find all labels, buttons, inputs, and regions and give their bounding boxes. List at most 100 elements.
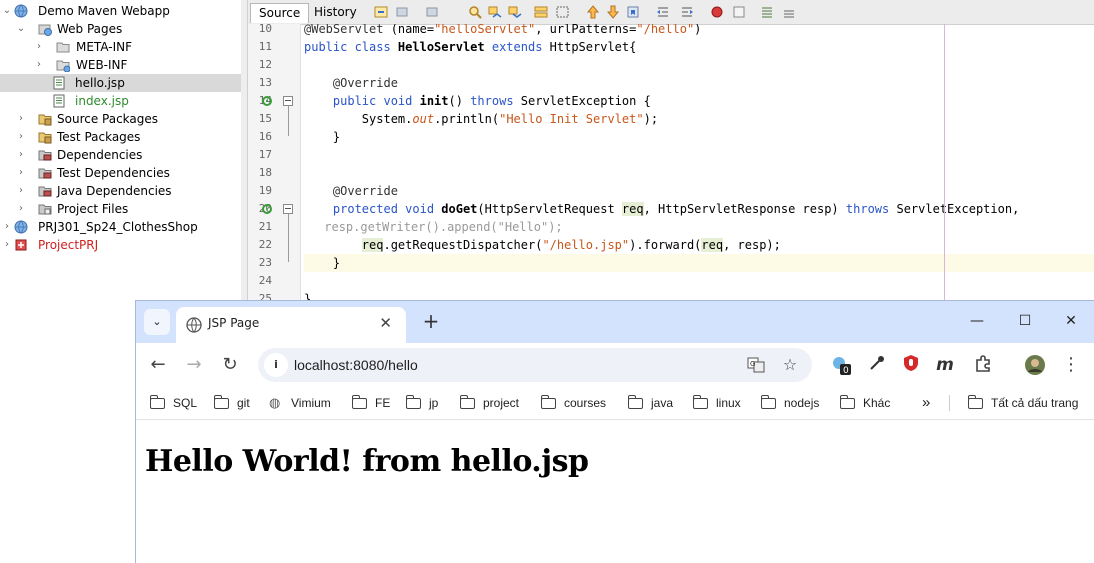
find-next-icon[interactable] xyxy=(508,5,522,19)
library-folder-icon xyxy=(38,168,52,179)
address-bar[interactable]: i localhost:8080/hello G ☆ xyxy=(258,348,812,382)
tab-search-button[interactable]: ⌄ xyxy=(144,309,170,335)
expand-arrow-icon[interactable]: › xyxy=(34,38,44,56)
all-bookmarks[interactable]: Tất cả dấu trang xyxy=(968,387,1078,419)
line-number: 10 xyxy=(258,22,272,35)
tree-node-meta-inf[interactable]: › META-INF xyxy=(0,38,241,56)
forward-icon[interactable] xyxy=(426,5,440,19)
library-folder-icon xyxy=(38,186,52,197)
bookmark-sql[interactable]: SQL xyxy=(150,387,197,419)
next-bookmark-icon[interactable] xyxy=(606,5,620,19)
tree-node-project[interactable]: ⌄ Demo Maven Webapp xyxy=(0,2,241,20)
url-text[interactable]: localhost:8080/hello xyxy=(294,348,418,382)
expand-arrow-icon[interactable]: › xyxy=(16,200,26,218)
tree-node-prj301[interactable]: › PRJ301_Sp24_ClothesShop xyxy=(0,218,241,236)
tree-node-dependencies[interactable]: › Dependencies xyxy=(0,146,241,164)
previous-bookmark-icon[interactable] xyxy=(586,5,600,19)
code-token: "/hello.jsp" xyxy=(542,238,630,252)
tree-node-java-dependencies[interactable]: › Java Dependencies xyxy=(0,182,241,200)
expand-arrow-icon[interactable]: › xyxy=(2,218,12,236)
new-tab-button[interactable]: + xyxy=(418,307,444,335)
expand-arrow-icon[interactable]: › xyxy=(16,146,26,164)
tree-node-web-inf[interactable]: › WEB-INF xyxy=(0,56,241,74)
bookmark-fe[interactable]: FE xyxy=(352,387,390,419)
more-bookmarks-button[interactable]: » xyxy=(922,387,930,419)
extensions-puzzle-icon[interactable] xyxy=(972,354,994,376)
bookmark-star-icon[interactable]: ☆ xyxy=(780,355,800,375)
tree-node-test-packages[interactable]: › Test Packages xyxy=(0,128,241,146)
bookmark-linux[interactable]: linux xyxy=(693,387,741,419)
find-icon[interactable] xyxy=(468,5,482,19)
tree-node-web-pages[interactable]: ⌄ Web Pages xyxy=(0,20,241,38)
collapse-arrow-icon[interactable]: ⌄ xyxy=(16,20,26,38)
fold-toggle-icon[interactable] xyxy=(283,96,293,106)
tree-node-test-dependencies[interactable]: › Test Dependencies xyxy=(0,164,241,182)
extension-icon[interactable]: 0 xyxy=(830,354,852,376)
expand-arrow-icon[interactable]: › xyxy=(16,110,26,128)
override-marker-icon[interactable] xyxy=(262,96,272,106)
tab-strip: ⌄ JSP Page ✕ + — ☐ ✕ xyxy=(136,301,1094,343)
bookmark-label: jp xyxy=(429,396,439,410)
code-token: , HttpServletResponse resp) xyxy=(643,202,846,216)
translate-icon[interactable]: G xyxy=(746,355,766,375)
bookmark-courses[interactable]: courses xyxy=(541,387,606,419)
code-token: throws xyxy=(845,202,897,216)
menu-kebab-icon[interactable]: ⋮ xyxy=(1060,354,1082,376)
bookmark-khac[interactable]: Khác xyxy=(840,387,890,419)
tree-node-project-files[interactable]: › Project Files xyxy=(0,200,241,218)
reload-button[interactable]: ↻ xyxy=(216,351,244,379)
bookmark-jp[interactable]: jp xyxy=(406,387,438,419)
bookmark-nodejs[interactable]: nodejs xyxy=(761,387,819,419)
rectangular-selection-icon[interactable] xyxy=(556,5,570,19)
uncomment-icon[interactable] xyxy=(782,5,796,19)
code-token: "helloServlet" xyxy=(434,24,536,36)
panel-splitter[interactable] xyxy=(241,0,248,300)
expand-arrow-icon[interactable]: › xyxy=(16,164,26,182)
code-token: ) xyxy=(694,24,702,36)
close-tab-icon[interactable]: ✕ xyxy=(379,307,392,339)
tab-history[interactable]: History xyxy=(306,3,365,22)
tree-node-source-packages[interactable]: › Source Packages xyxy=(0,110,241,128)
forward-button[interactable]: → xyxy=(180,351,208,379)
fold-toggle-icon[interactable] xyxy=(283,204,293,214)
tree-node-projectprj[interactable]: › ProjectPRJ xyxy=(0,236,241,254)
last-edit-icon[interactable] xyxy=(374,5,388,19)
site-info-icon[interactable]: i xyxy=(264,353,288,377)
browser-tab[interactable]: JSP Page ✕ xyxy=(176,307,406,343)
code-token: doGet xyxy=(441,202,478,216)
find-previous-icon[interactable] xyxy=(488,5,502,19)
ublock-icon[interactable] xyxy=(900,354,922,376)
profile-avatar[interactable] xyxy=(1024,354,1046,376)
back-icon[interactable] xyxy=(396,5,410,19)
collapse-arrow-icon[interactable]: ⌄ xyxy=(2,2,12,20)
comment-icon[interactable] xyxy=(760,5,774,19)
expand-arrow-icon[interactable]: › xyxy=(16,128,26,146)
bookmark-java[interactable]: java xyxy=(628,387,673,419)
tree-label: WEB-INF xyxy=(76,58,128,72)
bookmark-label: project xyxy=(483,396,520,410)
shift-right-icon[interactable] xyxy=(680,5,694,19)
toggle-highlight-icon[interactable] xyxy=(534,5,548,19)
tree-node-index-jsp[interactable]: index.jsp xyxy=(0,92,241,110)
start-macro-icon[interactable] xyxy=(710,5,724,19)
close-window-button[interactable]: ✕ xyxy=(1056,307,1086,335)
bookmark-vimium[interactable]: ◍ Vimium xyxy=(269,387,331,419)
code-token: "Hello Init Servlet" xyxy=(499,112,644,126)
bookmark-project[interactable]: project xyxy=(460,387,519,419)
m-extension-icon[interactable]: m xyxy=(934,354,956,376)
expand-arrow-icon[interactable]: › xyxy=(34,56,44,74)
stop-macro-icon[interactable] xyxy=(732,5,746,19)
minimize-button[interactable]: — xyxy=(962,307,992,335)
web-folder-icon xyxy=(38,24,52,36)
override-marker-icon[interactable] xyxy=(262,204,272,214)
expand-arrow-icon[interactable]: › xyxy=(16,182,26,200)
shift-left-icon[interactable] xyxy=(656,5,670,19)
tree-node-hello-jsp[interactable]: hello.jsp xyxy=(0,74,241,92)
code-area[interactable]: @WebServlet (name="helloServlet", urlPat… xyxy=(304,24,1094,300)
expand-arrow-icon[interactable]: › xyxy=(2,236,12,254)
toggle-bookmark-icon[interactable] xyxy=(626,5,640,19)
eyedropper-icon[interactable] xyxy=(866,354,888,376)
maximize-button[interactable]: ☐ xyxy=(1010,307,1040,335)
back-button[interactable]: ← xyxy=(144,351,172,379)
bookmark-git[interactable]: git xyxy=(214,387,250,419)
